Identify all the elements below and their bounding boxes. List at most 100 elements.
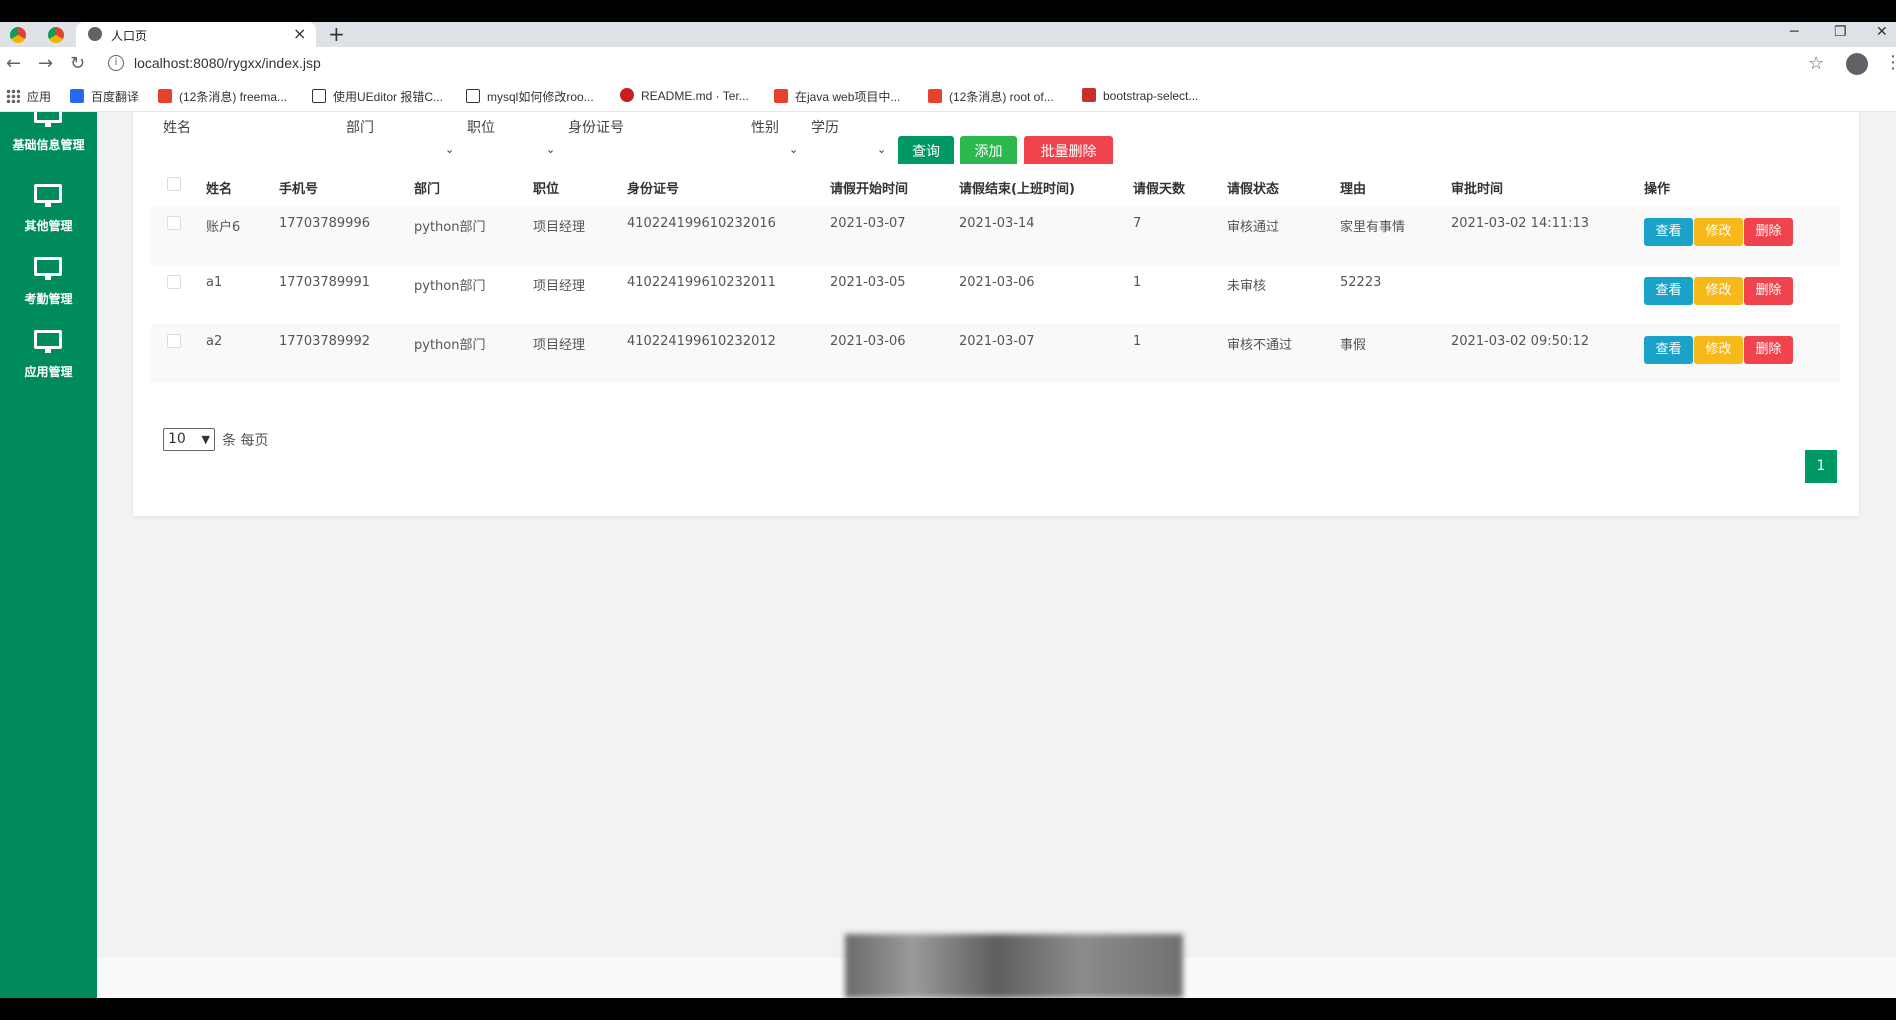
cell-dept: python部门 — [414, 279, 486, 294]
cell-idcard: 410224199610232012 — [627, 334, 776, 349]
cell-status: 审核通过 — [1227, 220, 1280, 235]
select-all-checkbox[interactable] — [167, 177, 181, 191]
bookmark-item[interactable]: (12条消息) root of... — [928, 88, 1054, 105]
minimize-icon[interactable]: ─ — [1790, 24, 1798, 40]
bookmark-item[interactable]: 使用UEditor 报错C... — [312, 88, 443, 105]
bookmark-item[interactable]: 在java web项目中... — [774, 88, 900, 105]
cell-phone: 17703789996 — [279, 216, 370, 231]
col-header[interactable]: 理由 — [1340, 178, 1366, 197]
browser-tab[interactable]: 人口页 × — [76, 22, 316, 47]
screen: 人口页 × + ─ ❐ ✕ ← → ↻ i localhost:8080/ryg… — [0, 0, 1896, 1020]
row-checkbox[interactable] — [167, 216, 181, 230]
col-header[interactable]: 请假开始时间 — [830, 178, 908, 197]
cell-end: 2021-03-07 — [959, 334, 1035, 349]
bootstrap-icon — [1082, 88, 1096, 102]
cell-reason: 家里有事情 — [1340, 220, 1406, 235]
page-1-button[interactable]: 1 — [1805, 450, 1837, 483]
cell-position: 项目经理 — [533, 279, 586, 294]
gender-select-chevron-icon[interactable]: ⌄ — [789, 143, 798, 156]
col-header[interactable]: 姓名 — [206, 178, 232, 197]
cell-idcard: 410224199610232016 — [627, 216, 776, 231]
tab-title: 人口页 — [111, 29, 148, 43]
page-icon — [312, 89, 326, 103]
forward-icon[interactable]: → — [38, 53, 53, 74]
bookmark-apps[interactable]: 应用 — [6, 88, 51, 105]
dept-select-chevron-icon[interactable]: ⌄ — [445, 143, 454, 156]
close-window-icon[interactable]: ✕ — [1876, 24, 1888, 40]
bookmark-item[interactable]: (12条消息) freema... — [158, 88, 287, 105]
cell-status: 审核不通过 — [1227, 338, 1293, 353]
cell-end: 2021-03-14 — [959, 216, 1035, 231]
col-header[interactable]: 请假天数 — [1133, 178, 1185, 197]
app-viewport: 基础信息管理 其他管理 考勤管理 应用管理 姓名 部门 职位 身份证号 性别 学… — [0, 112, 1896, 998]
cell-reason: 52223 — [1340, 275, 1382, 290]
page-size-select[interactable]: 10 ▼ — [163, 428, 215, 451]
edit-button[interactable]: 修改 — [1694, 336, 1743, 364]
tab-close-icon[interactable]: × — [293, 24, 306, 43]
sidebar-item-attendance[interactable]: 考勤管理 — [0, 257, 97, 329]
row-checkbox[interactable] — [167, 275, 181, 289]
bookmark-item[interactable]: 百度翻译 — [70, 88, 139, 105]
sidebar-item-apps[interactable]: 应用管理 — [0, 330, 97, 402]
new-tab-icon[interactable]: + — [328, 22, 345, 46]
col-header[interactable]: 职位 — [533, 178, 559, 197]
position-select-chevron-icon[interactable]: ⌄ — [546, 143, 555, 156]
cell-phone: 17703789991 — [279, 275, 370, 290]
profile-avatar-icon[interactable] — [1846, 53, 1868, 75]
bookmarks-bar: 应用 百度翻译 (12条消息) freema... 使用UEditor 报错C.… — [0, 81, 1896, 112]
blurred-overlay — [845, 934, 1183, 998]
back-icon[interactable]: ← — [6, 53, 21, 74]
filter-dept-label: 部门 — [346, 120, 374, 136]
apps-grid-icon — [6, 89, 20, 103]
filter-name-label: 姓名 — [163, 120, 191, 136]
delete-button[interactable]: 删除 — [1744, 218, 1793, 246]
bookmark-item[interactable]: mysql如何修改roo... — [466, 88, 594, 105]
table-row: a1 17703789991 python部门 项目经理 41022419961… — [151, 265, 1840, 324]
chrome-icon[interactable] — [48, 27, 64, 43]
page-icon — [466, 89, 480, 103]
csdn-icon — [158, 89, 172, 103]
view-button[interactable]: 查看 — [1644, 336, 1693, 364]
col-header[interactable]: 身份证号 — [627, 178, 679, 197]
info-icon[interactable]: i — [108, 55, 124, 71]
edit-button[interactable]: 修改 — [1694, 218, 1743, 246]
cell-end: 2021-03-06 — [959, 275, 1035, 290]
monitor-icon — [34, 257, 62, 280]
delete-button[interactable]: 删除 — [1744, 277, 1793, 305]
baidu-translate-icon — [70, 89, 84, 103]
cell-name: 账户6 — [206, 220, 241, 235]
education-select-chevron-icon[interactable]: ⌄ — [877, 143, 886, 156]
view-button[interactable]: 查看 — [1644, 277, 1693, 305]
view-button[interactable]: 查看 — [1644, 218, 1693, 246]
csdn-icon — [928, 89, 942, 103]
filter-gender-label: 性别 — [751, 120, 779, 136]
sidebar-item-other[interactable]: 其他管理 — [0, 184, 97, 256]
col-header[interactable]: 审批时间 — [1451, 178, 1503, 197]
browser-tab-bar: 人口页 × + ─ ❐ ✕ — [0, 22, 1896, 47]
cell-start: 2021-03-07 — [830, 216, 906, 231]
cell-days: 1 — [1133, 334, 1142, 349]
browser-menu-icon[interactable]: ⋮ — [1884, 52, 1896, 73]
cell-name: a1 — [206, 275, 223, 290]
edit-button[interactable]: 修改 — [1694, 277, 1743, 305]
content-panel: 姓名 部门 职位 身份证号 性别 学历 ⌄ ⌄ ⌄ ⌄ 查询 添加 批量删除 姓… — [133, 112, 1859, 516]
col-header[interactable]: 请假状态 — [1227, 178, 1279, 197]
col-header[interactable]: 部门 — [414, 178, 440, 197]
sidebar-item-basic-info[interactable]: 基础信息管理 — [0, 112, 97, 176]
chrome-icon[interactable] — [10, 27, 26, 43]
bookmark-item[interactable]: README.md · Ter... — [620, 88, 749, 103]
restore-icon[interactable]: ❐ — [1834, 24, 1847, 40]
cell-position: 项目经理 — [533, 220, 586, 235]
bookmark-star-icon[interactable]: ☆ — [1808, 53, 1824, 74]
reload-icon[interactable]: ↻ — [70, 53, 85, 74]
bookmark-item[interactable]: bootstrap-select... — [1082, 88, 1198, 103]
row-checkbox[interactable] — [167, 334, 181, 348]
url-input[interactable]: localhost:8080/rygxx/index.jsp — [134, 55, 321, 71]
monitor-icon — [34, 184, 62, 207]
cell-name: a2 — [206, 334, 223, 349]
filter-idcard-label: 身份证号 — [568, 120, 624, 136]
cell-start: 2021-03-06 — [830, 334, 906, 349]
col-header[interactable]: 手机号 — [279, 178, 318, 197]
col-header[interactable]: 请假结束(上班时间) — [959, 178, 1075, 197]
delete-button[interactable]: 删除 — [1744, 336, 1793, 364]
